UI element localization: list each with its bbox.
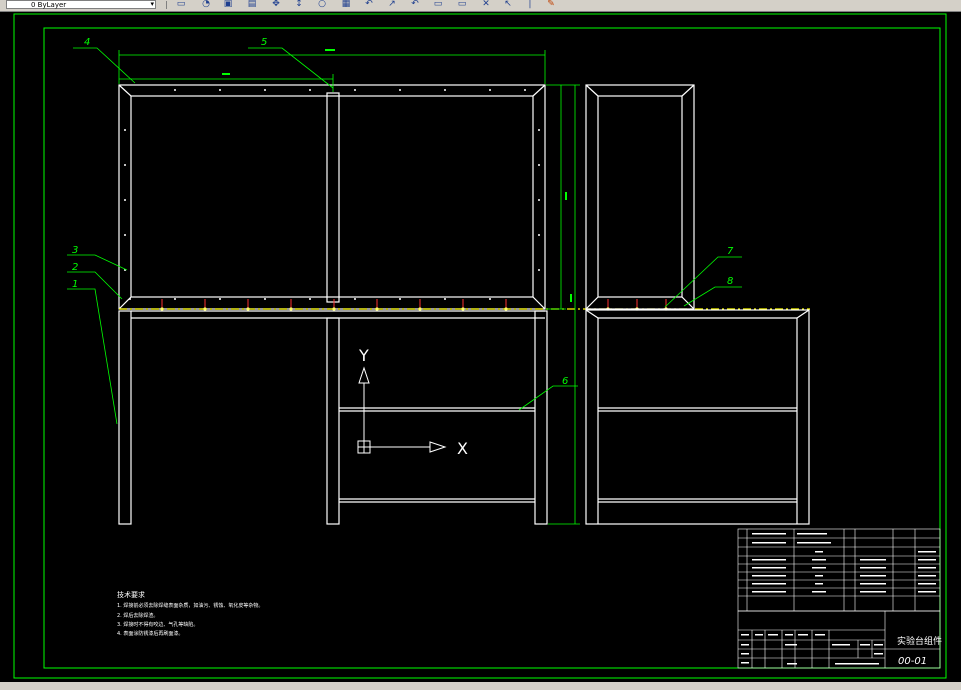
leg-left: [118, 310, 132, 525]
part-label-4: 4: [84, 37, 90, 48]
drawing-canvas[interactable]: 4 5 3 2 1 6 7 8 Y X 技术要求 1. 焊接前必须去除焊缝表面杂…: [0, 12, 961, 682]
part-labels: 4 5 3 2 1 6 7 8: [72, 37, 734, 387]
toolbar-separator: [166, 1, 167, 9]
tech-requirement-line: 3. 焊接时不得有咬边、气孔等缺陷。: [117, 621, 198, 628]
save-icon[interactable]: ▣: [222, 0, 234, 10]
ucs-y-label: Y: [358, 346, 369, 365]
pan-icon[interactable]: ✥: [270, 0, 282, 10]
redo-icon[interactable]: ↗: [386, 0, 398, 10]
dimension-values: [222, 49, 572, 302]
drawing-number: 00-01: [898, 656, 927, 667]
main-bench: [118, 84, 548, 525]
parts-list: [737, 528, 941, 612]
side-upper-outer: [585, 84, 695, 310]
chevron-down-icon[interactable]: ▾: [150, 0, 154, 8]
open-icon[interactable]: ◔: [200, 0, 212, 10]
line-icon[interactable]: ▭: [432, 0, 444, 10]
side-lower-outer: [585, 309, 810, 525]
tech-requirement-line: 2. 焊后去除焊渣。: [117, 612, 158, 619]
bottom-bar: [0, 682, 961, 690]
pipe-icon[interactable]: │: [524, 0, 536, 10]
undo-icon[interactable]: ↶: [363, 0, 375, 10]
layer-combo-value: 0 ByLayer: [31, 1, 67, 9]
toolbar: 0 ByLayer ▾ ▭ ◔ ▣ ▤ ✥ ↕ ○ ▦ ↶ ↗ ↶ ▭ ▭ ✕ …: [0, 0, 961, 12]
upper-frame-outer: [118, 84, 546, 310]
tech-requirements: 技术要求 1. 焊接前必须去除焊缝表面杂质，如油污、锈蚀、氧化皮等杂物。 2. …: [117, 590, 263, 637]
leg-right: [534, 310, 548, 525]
properties-icon[interactable]: ○: [316, 0, 328, 10]
red-markers: [161, 299, 667, 308]
table-top: [119, 299, 810, 311]
new-icon[interactable]: ▭: [175, 0, 187, 10]
part-label-7: 7: [727, 246, 734, 257]
layer-combo[interactable]: 0 ByLayer ▾: [6, 0, 156, 9]
hole-dots: [124, 89, 540, 300]
cursor-icon[interactable]: ↖: [502, 0, 514, 10]
part-label-5: 5: [261, 37, 267, 48]
leg-middle: [326, 317, 340, 525]
leaders: [67, 47, 742, 425]
part-label-3: 3: [72, 245, 78, 256]
part-label-8: 8: [727, 276, 733, 287]
part-label-1: 1: [72, 279, 78, 290]
outer-frame: [13, 13, 947, 679]
help-icon[interactable]: ✎: [545, 0, 557, 10]
part-label-2: 2: [72, 262, 78, 273]
x-icon[interactable]: ✕: [480, 0, 492, 10]
upper-frame-inner: [130, 95, 534, 298]
ucs-x-label: X: [457, 439, 468, 458]
zoom-icon[interactable]: ↕: [293, 0, 305, 10]
part-label-6: 6: [562, 376, 568, 387]
rectangle-icon[interactable]: ↶: [409, 0, 421, 10]
side-upper-inner: [597, 95, 683, 298]
side-view: [585, 84, 810, 525]
erase-icon[interactable]: ▭: [456, 0, 468, 10]
dimensions: [118, 50, 580, 525]
tech-requirement-line: 4. 表面涂防锈漆后再刷面漆。: [117, 630, 183, 637]
match-icon[interactable]: ▦: [340, 0, 352, 10]
tech-requirement-line: 1. 焊接前必须去除焊缝表面杂质，如油污、锈蚀、氧化皮等杂物。: [117, 602, 263, 609]
drawing-title: 实验台组件: [897, 635, 942, 647]
upper-divider: [326, 92, 340, 303]
print-icon[interactable]: ▤: [246, 0, 258, 10]
tech-requirements-title: 技术要求: [117, 590, 145, 599]
